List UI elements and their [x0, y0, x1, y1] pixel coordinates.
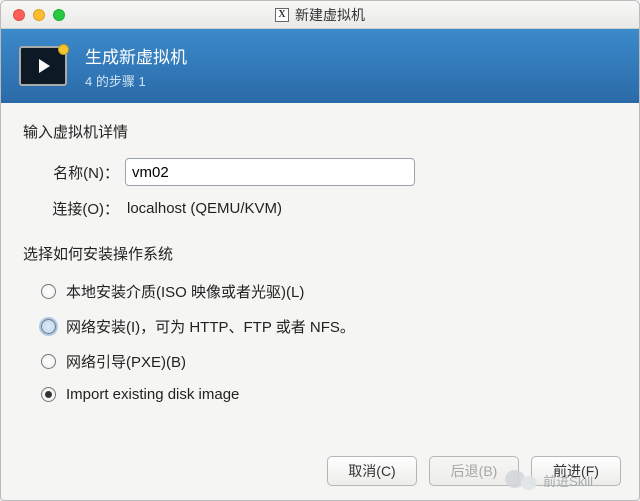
radio-option-pxe[interactable]: 网络引导(PXE)(B)	[41, 344, 617, 379]
radio-input[interactable]	[41, 354, 56, 369]
row-vm-name: 名称(N)：	[23, 158, 617, 186]
radio-label: Import existing disk image	[66, 386, 239, 403]
back-button: 后退(B)	[429, 456, 519, 486]
forward-button[interactable]: 前进(F)	[531, 456, 621, 486]
titlebar: X 新建虚拟机	[1, 1, 639, 29]
label-connection: 连接(O)：	[23, 198, 125, 219]
radio-input[interactable]	[41, 387, 56, 402]
radio-option-local-iso[interactable]: 本地安装介质(ISO 映像或者光驱)(L)	[41, 274, 617, 309]
row-connection: 连接(O)： localhost (QEMU/KVM)	[23, 198, 617, 219]
x11-icon: X	[275, 8, 289, 22]
radio-input[interactable]	[41, 284, 56, 299]
cancel-button[interactable]: 取消(C)	[327, 456, 417, 486]
connection-value: localhost (QEMU/KVM)	[125, 200, 282, 217]
section-install-title: 选择如何安装操作系统	[23, 243, 617, 264]
wizard-step-label: 4 的步骤 1	[85, 71, 187, 90]
vm-monitor-icon	[19, 46, 67, 86]
dialog-new-vm: X 新建虚拟机 生成新虚拟机 4 的步骤 1 输入虚拟机详情 名称(N)： 连接…	[0, 0, 640, 501]
zoom-icon[interactable]	[53, 9, 65, 21]
window-title: 新建虚拟机	[295, 5, 365, 25]
wizard-header-text: 生成新虚拟机 4 的步骤 1	[85, 43, 187, 90]
wizard-title: 生成新虚拟机	[85, 43, 187, 68]
section-vm-details-title: 输入虚拟机详情	[23, 121, 617, 142]
radio-label: 网络引导(PXE)(B)	[66, 351, 186, 372]
play-icon	[39, 59, 50, 73]
label-vm-name: 名称(N)：	[23, 162, 125, 183]
window-controls	[1, 9, 65, 21]
wizard-button-bar: 取消(C) 后退(B) 前进(F)	[327, 456, 621, 486]
radio-label: 网络安装(I)，可为 HTTP、FTP 或者 NFS。	[66, 316, 355, 337]
minimize-icon[interactable]	[33, 9, 45, 21]
radio-option-import-disk[interactable]: Import existing disk image	[41, 379, 617, 410]
wizard-body: 输入虚拟机详情 名称(N)： 连接(O)： localhost (QEMU/KV…	[1, 103, 639, 410]
vm-name-input[interactable]	[125, 158, 415, 186]
wizard-header: 生成新虚拟机 4 的步骤 1	[1, 29, 639, 103]
close-icon[interactable]	[13, 9, 25, 21]
radio-option-network-install[interactable]: 网络安装(I)，可为 HTTP、FTP 或者 NFS。	[41, 309, 617, 344]
radio-input[interactable]	[41, 319, 56, 334]
window-title-wrap: X 新建虚拟机	[1, 5, 639, 25]
radio-label: 本地安装介质(ISO 映像或者光驱)(L)	[66, 281, 304, 302]
install-method-group: 本地安装介质(ISO 映像或者光驱)(L) 网络安装(I)，可为 HTTP、FT…	[23, 274, 617, 410]
